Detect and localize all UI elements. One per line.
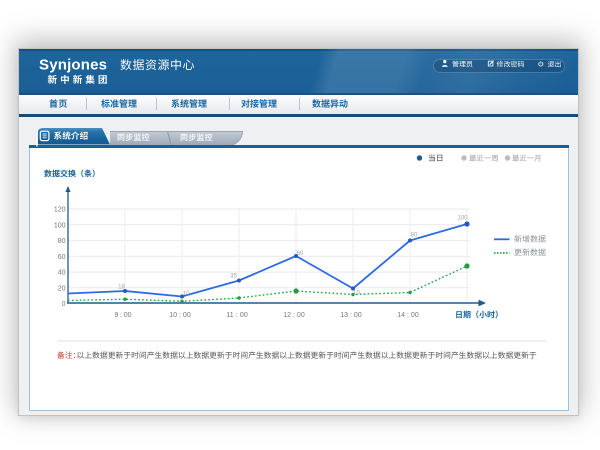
svg-text:10: 10 bbox=[183, 291, 190, 297]
svg-text:10: 10 bbox=[353, 290, 360, 296]
svg-text:12 : 00: 12 : 00 bbox=[283, 312, 305, 319]
svg-text:Synjones: Synjones bbox=[39, 57, 107, 74]
svg-text:60: 60 bbox=[58, 254, 66, 261]
svg-text:20: 20 bbox=[58, 285, 66, 292]
svg-text:14 : 00: 14 : 00 bbox=[397, 312, 419, 319]
svg-text:60: 60 bbox=[297, 251, 304, 257]
svg-text:10 : 00: 10 : 00 bbox=[169, 312, 191, 319]
svg-text:120: 120 bbox=[54, 207, 66, 214]
svg-text:80: 80 bbox=[58, 238, 66, 245]
svg-text:40: 40 bbox=[58, 270, 66, 277]
svg-text:35: 35 bbox=[230, 274, 237, 280]
svg-text:0: 0 bbox=[62, 301, 66, 308]
svg-text:9 : 00: 9 : 00 bbox=[115, 312, 132, 319]
svg-text:100: 100 bbox=[457, 216, 468, 222]
svg-text:18: 18 bbox=[118, 284, 125, 290]
svg-text:100: 100 bbox=[54, 222, 66, 229]
svg-text:13 : 00: 13 : 00 bbox=[340, 312, 362, 319]
svg-text:11 : 00: 11 : 00 bbox=[226, 312, 248, 319]
svg-text:80: 80 bbox=[411, 233, 418, 239]
